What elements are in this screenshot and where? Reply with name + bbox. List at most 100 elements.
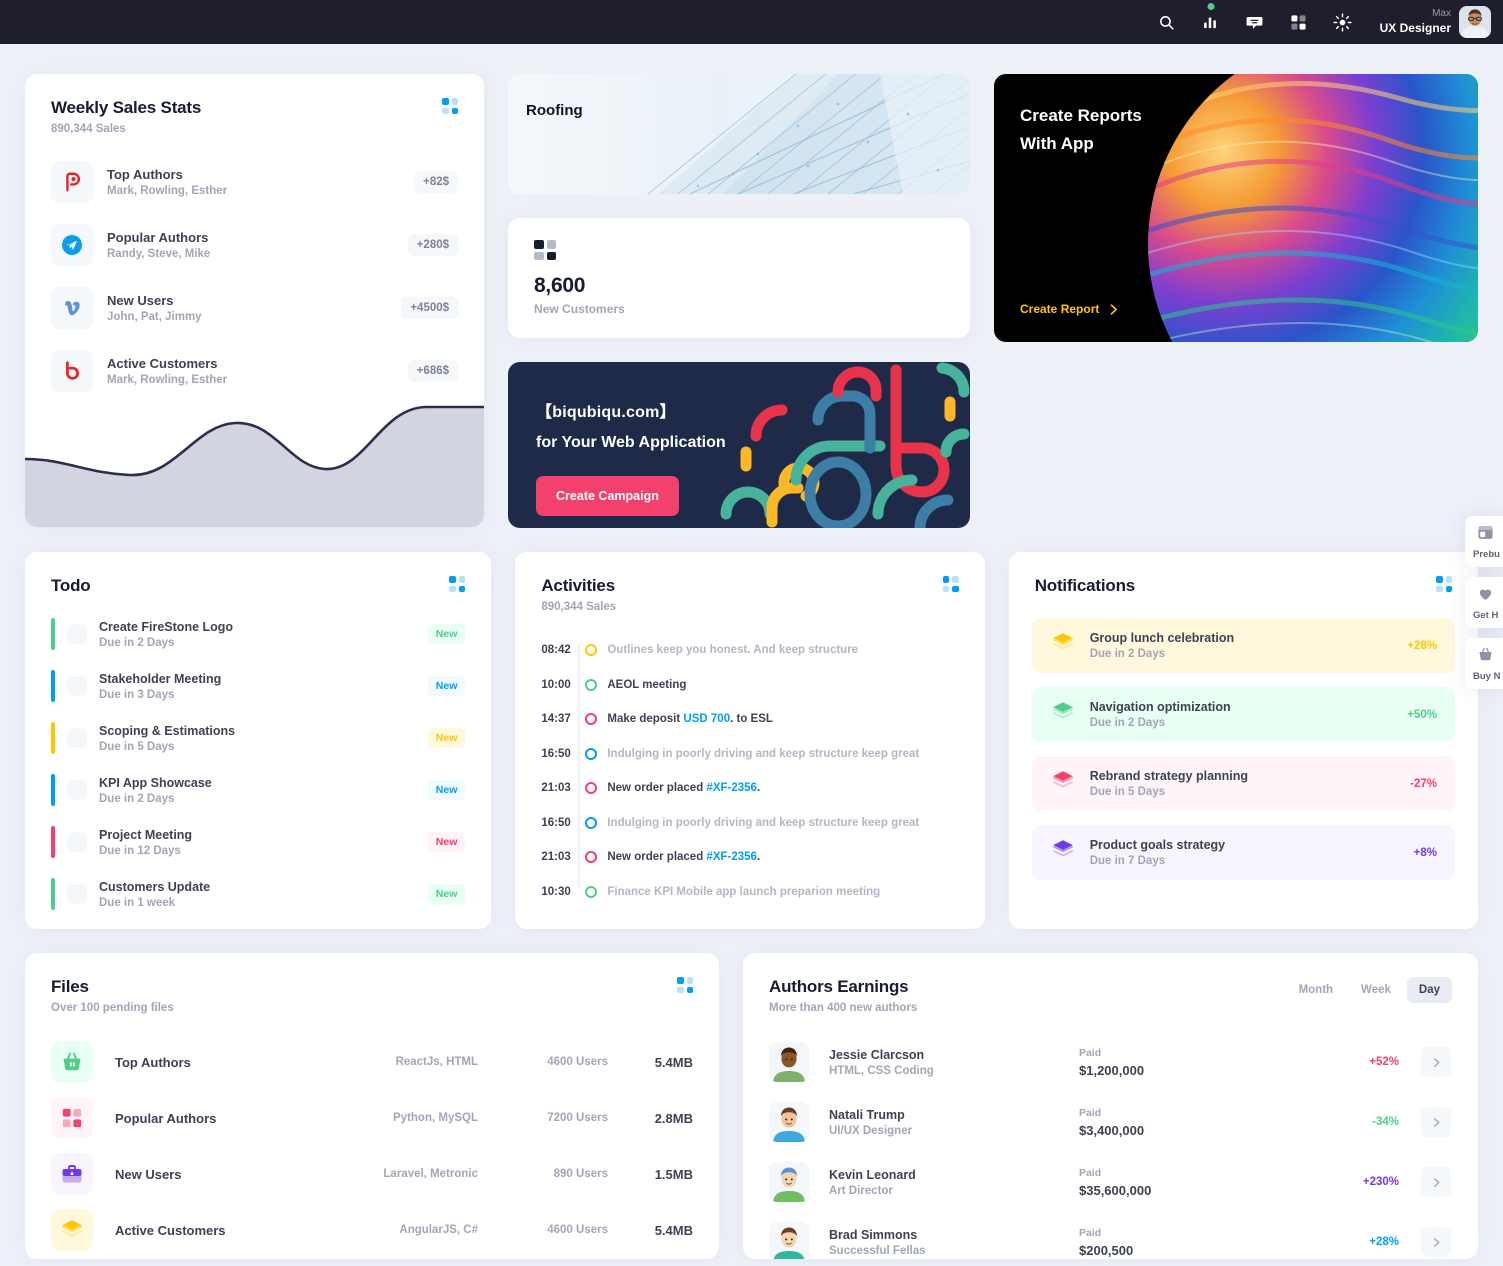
notification-dot (1207, 3, 1215, 10)
grid-dots-icon[interactable] (442, 98, 459, 114)
activity-text: Indulging in poorly driving and keep str… (607, 816, 920, 829)
author-percent: -34% (1372, 1116, 1399, 1128)
list-item[interactable]: Scoping & Estimations Due in 5 Days New (51, 722, 466, 754)
files-header: Files Over 100 pending files (25, 953, 719, 1014)
floating-toolbar: Prebu Get H Buy N (1465, 516, 1503, 689)
user-menu[interactable]: Max UX Designer (1380, 6, 1491, 38)
list-item[interactable]: Active Customers Mark, Rowling, Esther +68… (51, 350, 459, 392)
list-item[interactable]: Navigation optimization Due in 2 Days +50% (1031, 687, 1456, 742)
list-item[interactable]: Stakeholder Meeting Due in 3 Days New (51, 670, 466, 702)
reports-line-2: With App (1020, 134, 1094, 154)
activity-text: New order placed #XF-2356. (607, 851, 761, 864)
chevron-right-icon[interactable] (1421, 1227, 1451, 1257)
list-item[interactable]: 10:30 Finance KPI Mobile app launch prepa… (541, 875, 958, 910)
table-row[interactable]: Brad Simmons Successful Fellas Paid $200,50… (769, 1212, 1452, 1259)
file-tech: ReactJs, HTML (395, 1056, 478, 1068)
file-tech: Laravel, Metronic (383, 1168, 478, 1180)
dashboard-body: Weekly Sales Stats 890,344 Sales Top Aut… (0, 44, 1503, 1259)
new-customers-card: 8,600 New Customers (508, 218, 970, 338)
author-role: Successful Fellas (829, 1244, 926, 1257)
activities-titles: Activities 890,344 Sales (541, 576, 616, 613)
todo-checkbox[interactable] (67, 676, 87, 696)
roofing-card[interactable]: Roofing (508, 74, 970, 194)
grid-icon[interactable] (1286, 9, 1312, 35)
weekly-sales-stats-card: Weekly Sales Stats 890,344 Sales Top Aut… (25, 74, 485, 527)
user-greeting: Max (1432, 8, 1451, 20)
chevron-right-icon[interactable] (1421, 1107, 1451, 1137)
avatar (769, 1102, 809, 1142)
table-row[interactable]: Active Customers AngularJS, C# 4600 Users 5… (51, 1202, 693, 1258)
tab-week[interactable]: Week (1349, 977, 1403, 1003)
tab-day[interactable]: Day (1406, 977, 1452, 1003)
activity-text: New order placed #XF-2356. (607, 782, 761, 795)
list-item[interactable]: Top Authors Mark, Rowling, Esther +82$ (51, 161, 459, 203)
list-item[interactable]: KPI App Showcase Due in 2 Days New (51, 774, 466, 806)
todo-checkbox[interactable] (67, 832, 87, 852)
list-item[interactable]: 08:42 Outlines keep you honest. And keep … (541, 633, 958, 668)
tab-month[interactable]: Month (1287, 977, 1345, 1003)
list-item[interactable]: 10:00 AEOL meeting (541, 668, 958, 703)
file-tech: AngularJS, C# (399, 1224, 478, 1236)
author-role: Art Director (829, 1184, 893, 1197)
todo-checkbox[interactable] (67, 780, 87, 800)
list-item[interactable]: 16:50 Indulging in poorly driving and kee… (541, 806, 958, 841)
file-name: Popular Authors (115, 1110, 217, 1126)
paid-amount: $3,400,000 (1079, 1122, 1145, 1138)
table-row[interactable]: Natali Trump UI/UX Designer Paid $3,400,000… (769, 1092, 1452, 1152)
reports-line-1: Create Reports (1020, 106, 1142, 125)
float-buy-n-button[interactable]: Buy N (1465, 638, 1503, 689)
activity-text: Indulging in poorly driving and keep str… (607, 747, 920, 760)
todo-checkbox[interactable] (67, 884, 87, 904)
brightness-icon[interactable] (1330, 9, 1356, 35)
chevron-right-icon[interactable] (1421, 1167, 1451, 1197)
chat-bubble-icon[interactable] (1242, 9, 1268, 35)
timeline-marker-icon (585, 816, 598, 829)
activity-text: AEOL meeting (607, 678, 687, 691)
list-item[interactable]: 21:03 New order placed #XF-2356. (541, 771, 958, 806)
float-get-h-button[interactable]: Get H (1465, 577, 1503, 628)
author-percent: +230% (1362, 1176, 1399, 1188)
weekly-sales-subtitle: 890,344 Sales (51, 123, 126, 135)
bar-chart-icon[interactable] (1198, 3, 1224, 35)
sales-item-people: John, Pat, Jimmy (107, 311, 202, 323)
list-item[interactable]: New Users John, Pat, Jimmy +4500$ (51, 287, 459, 329)
status-badge: New (427, 884, 466, 904)
grid-dots-icon[interactable] (449, 576, 466, 592)
weekly-sales-titles: Weekly Sales Stats 890,344 Sales (51, 98, 201, 135)
status-badge: New (427, 676, 466, 696)
files-title: Files (51, 977, 89, 996)
grid-dots-icon[interactable] (1436, 576, 1453, 592)
list-item[interactable]: 14:37 Make deposit USD 700. to ESL (541, 702, 958, 737)
list-item[interactable]: Product goals strategy Due in 7 Days +8% (1031, 825, 1456, 880)
avatar[interactable] (1459, 6, 1491, 38)
authors-subtitle: More than 400 new authors (769, 1002, 918, 1014)
create-campaign-button[interactable]: Create Campaign (536, 476, 679, 516)
table-row[interactable]: Kevin Leonard Art Director Paid $35,600,000… (769, 1152, 1452, 1212)
list-item[interactable]: 21:03 New order placed #XF-2356. (541, 840, 958, 875)
activities-header: Activities 890,344 Sales (515, 552, 984, 613)
sales-area-chart (25, 397, 485, 527)
sales-item-amount: +280$ (407, 234, 459, 256)
list-item[interactable]: Create FireStone Logo Due in 2 Days New (51, 618, 466, 650)
chevron-right-icon[interactable] (1421, 1047, 1451, 1077)
search-icon[interactable] (1154, 9, 1180, 35)
grid-dots-icon[interactable] (942, 576, 959, 592)
notification-name: Rebrand strategy planning (1089, 769, 1249, 783)
list-item[interactable]: Customers Update Due in 1 week New (51, 878, 466, 910)
float-prebu-button[interactable]: Prebu (1465, 516, 1503, 567)
table-row[interactable]: Popular Authors Python, MySQL 7200 Users 2.… (51, 1090, 693, 1146)
table-row[interactable]: New Users Laravel, Metronic 890 Users 1.5MB (51, 1146, 693, 1202)
table-row[interactable]: Top Authors ReactJs, HTML 4600 Users 5.4MB (51, 1034, 693, 1090)
create-report-link[interactable]: Create Report (1020, 302, 1120, 316)
list-item[interactable]: Group lunch celebration Due in 2 Days +28% (1031, 618, 1456, 673)
todo-checkbox[interactable] (67, 624, 87, 644)
list-item[interactable]: Popular Authors Randy, Steve, Mike +280$ (51, 224, 459, 266)
todo-checkbox[interactable] (67, 728, 87, 748)
list-item[interactable]: Rebrand strategy planning Due in 5 Days -2… (1031, 756, 1456, 811)
list-item[interactable]: Project Meeting Due in 12 Days New (51, 826, 466, 858)
todo-color-bar (51, 670, 55, 702)
avatar (769, 1162, 809, 1202)
list-item[interactable]: 16:50 Indulging in poorly driving and kee… (541, 737, 958, 772)
table-row[interactable]: Jessie Clarcson HTML, CSS Coding Paid $1,20… (769, 1032, 1452, 1092)
grid-dots-icon[interactable] (677, 977, 693, 993)
